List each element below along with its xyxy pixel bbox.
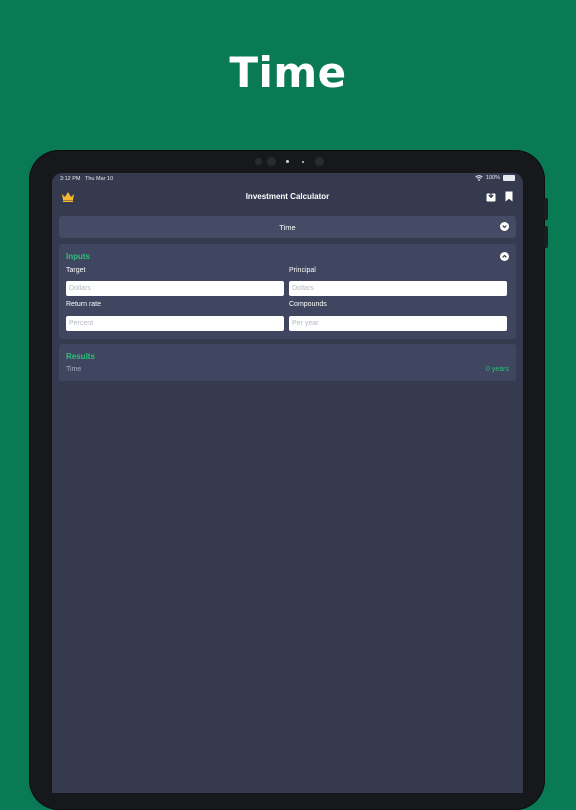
volume-button <box>544 226 548 248</box>
save-icon[interactable] <box>486 191 496 202</box>
status-right: 100% <box>475 175 515 181</box>
results-time-label: Time <box>66 366 82 373</box>
inputs-card: Inputs Target Principal Return rate Comp… <box>59 244 516 339</box>
compounds-input[interactable] <box>289 316 507 331</box>
camera-lens <box>286 160 289 163</box>
toolbar-right <box>486 191 513 202</box>
inputs-title: Inputs <box>66 252 90 261</box>
status-bar: 3:12 PM Thu Mar 10 100% <box>52 173 523 185</box>
mode-selector-label: Time <box>279 223 296 232</box>
return-rate-input[interactable] <box>66 316 284 331</box>
app-screen: 3:12 PM Thu Mar 10 100% Investment Calcu… <box>52 173 523 793</box>
wifi-icon <box>475 175 483 181</box>
principal-input[interactable] <box>289 281 507 296</box>
battery-icon <box>503 175 515 181</box>
nav-title: Investment Calculator <box>245 192 330 201</box>
nav-bar: Investment Calculator <box>52 185 523 209</box>
results-title: Results <box>66 352 95 361</box>
status-time: 3:12 PM <box>60 176 81 182</box>
camera-dot <box>255 158 262 165</box>
return-rate-label: Return rate <box>66 301 102 308</box>
target-label: Target <box>66 267 86 274</box>
volume-button <box>544 198 548 220</box>
compounds-label: Compounds <box>289 301 327 308</box>
mode-selector[interactable]: Time <box>59 216 516 238</box>
camera-dot <box>302 161 304 163</box>
status-date: Thu Mar 10 <box>85 176 114 182</box>
camera-dot <box>315 157 324 166</box>
hero-title: Time <box>229 48 347 97</box>
chevron-down-icon[interactable] <box>500 222 509 231</box>
results-time-value: 0 years <box>486 366 509 373</box>
battery-percent: 100% <box>485 175 500 181</box>
camera-dot <box>267 157 276 166</box>
bookmark-icon[interactable] <box>505 191 513 202</box>
target-input[interactable] <box>66 281 284 296</box>
principal-label: Principal <box>289 267 316 274</box>
collapse-icon[interactable] <box>500 252 509 261</box>
results-card: Results Time 0 years <box>59 344 516 381</box>
